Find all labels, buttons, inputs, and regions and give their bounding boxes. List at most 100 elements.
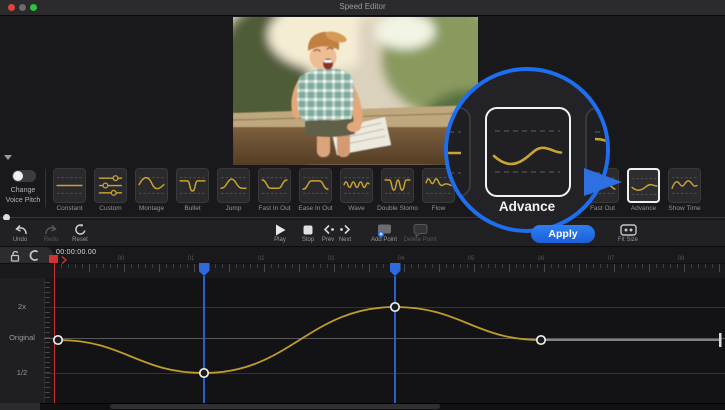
curve-point-1x[interactable] (54, 336, 62, 344)
preset-montage[interactable]: Montage (131, 168, 172, 212)
play-button[interactable]: Play (266, 223, 294, 243)
preset-label: Custom (90, 205, 131, 212)
play-icon (266, 223, 294, 236)
ruler-tick (607, 264, 608, 268)
ruler-tick (313, 264, 314, 268)
ruler-tick (530, 264, 531, 268)
preset-ease-in-out[interactable]: Ease In Out (295, 168, 336, 212)
preset-thumbnail-constant (53, 168, 86, 203)
preset-jump[interactable]: Jump (213, 168, 254, 212)
ruler-tick (215, 264, 216, 268)
ruler-tick (404, 264, 405, 272)
ruler-tick (537, 264, 538, 268)
ruler-tick (229, 264, 230, 272)
curve-point-1x[interactable] (537, 336, 545, 344)
magnet-icon[interactable] (27, 250, 39, 261)
magnified-neighbor-left (444, 107, 471, 197)
preset-scrollbar-track[interactable] (0, 217, 725, 218)
ruler-tick (369, 264, 370, 272)
ruler-tick (586, 264, 587, 268)
ruler-tick (355, 264, 356, 268)
ruler-label: 08 (673, 256, 689, 262)
preset-double-slomo[interactable]: Double Slomo (377, 168, 418, 212)
ruler-tick (75, 264, 76, 268)
ruler-label: 04 (393, 256, 409, 262)
ruler-tick (334, 264, 335, 272)
next-icon (332, 223, 358, 236)
ruler-tick (243, 264, 244, 268)
playhead-handle[interactable] (49, 255, 58, 263)
collapse-panel-icon[interactable] (4, 155, 12, 160)
fit-size-button[interactable]: Fit Size (612, 223, 644, 243)
ruler-tick (572, 264, 573, 268)
preset-wave[interactable]: Wave (336, 168, 377, 212)
preset-show-time[interactable]: Show Time (664, 168, 705, 212)
preset-fast-in-out[interactable]: Fast In Out (254, 168, 295, 212)
preset-strip: ConstantCustomMontageBulletJumpFast In O… (0, 168, 725, 216)
preset-thumbnail-montage (135, 168, 168, 203)
ruler-tick (509, 264, 510, 272)
ruler-tick (348, 264, 349, 268)
apply-button[interactable]: Apply (531, 225, 595, 243)
ruler-tick (278, 264, 279, 268)
timeline-ruler[interactable] (0, 263, 725, 279)
preset-curve-wave (341, 169, 372, 202)
preset-curve-constant (54, 169, 85, 202)
speed-curve-path (58, 307, 541, 373)
ruler-label: 00 (113, 256, 129, 262)
preset-thumbnail-wave (340, 168, 373, 203)
ruler-tick (89, 264, 90, 272)
curve-point-1-2[interactable] (200, 369, 208, 377)
ruler-label: 01 (183, 256, 199, 262)
ruler-tick (565, 264, 566, 268)
ruler-tick (628, 264, 629, 268)
ruler-tick (481, 264, 482, 268)
magnified-preset-label: Advance (448, 199, 606, 214)
ruler-tick (558, 264, 559, 268)
preset-curve-double-slomo (382, 169, 413, 202)
ruler-tick (579, 264, 580, 272)
ruler-tick (152, 264, 153, 268)
preset-thumbnail-fast-in-out (258, 168, 291, 203)
playhead-arrow-icon (61, 256, 67, 264)
ruler-tick (362, 264, 363, 268)
ruler-tick (635, 264, 636, 268)
ruler-tick (495, 264, 496, 268)
preset-curve-advance (629, 170, 660, 203)
window-title: Speed Editor (0, 2, 725, 11)
ruler-tick (719, 264, 720, 272)
timeline-tools (0, 247, 53, 263)
ruler-tick (411, 264, 412, 268)
reset-button[interactable]: Reset (65, 223, 95, 243)
speed-curve[interactable] (0, 278, 725, 403)
ruler-tick (341, 264, 342, 268)
preset-label: Wave (336, 205, 377, 212)
redo-icon (36, 223, 66, 236)
preset-advance[interactable]: Advance (623, 168, 664, 212)
ruler-tick (684, 264, 685, 272)
redo-button[interactable]: Redo (36, 223, 66, 243)
scrollbar-thumb[interactable] (110, 404, 440, 409)
preset-constant[interactable]: Constant (49, 168, 90, 212)
speed-editor-window: Speed Editor (0, 0, 725, 410)
preset-bullet[interactable]: Bullet (172, 168, 213, 212)
delete-point-icon (398, 223, 442, 236)
title-bar: Speed Editor (0, 0, 725, 16)
ruler-tick (257, 264, 258, 268)
ruler-tick (425, 264, 426, 268)
ruler-tick (670, 264, 671, 268)
ruler-tick (327, 264, 328, 268)
delete-point-button[interactable]: Delete Point (398, 223, 442, 243)
lock-open-icon[interactable] (9, 250, 21, 262)
ruler-tick (82, 264, 83, 268)
ruler-tick (320, 264, 321, 268)
ruler-tick (691, 264, 692, 268)
undo-button[interactable]: Undo (5, 223, 35, 243)
next-button[interactable]: Next (332, 223, 358, 243)
ruler-label: 06 (533, 256, 549, 262)
curve-point-2x[interactable] (391, 303, 399, 311)
preset-custom[interactable]: Custom (90, 168, 131, 212)
preset-curve-bullet (177, 169, 208, 202)
ruler-tick (642, 264, 643, 268)
magnified-preset-thumbnail (485, 107, 571, 197)
